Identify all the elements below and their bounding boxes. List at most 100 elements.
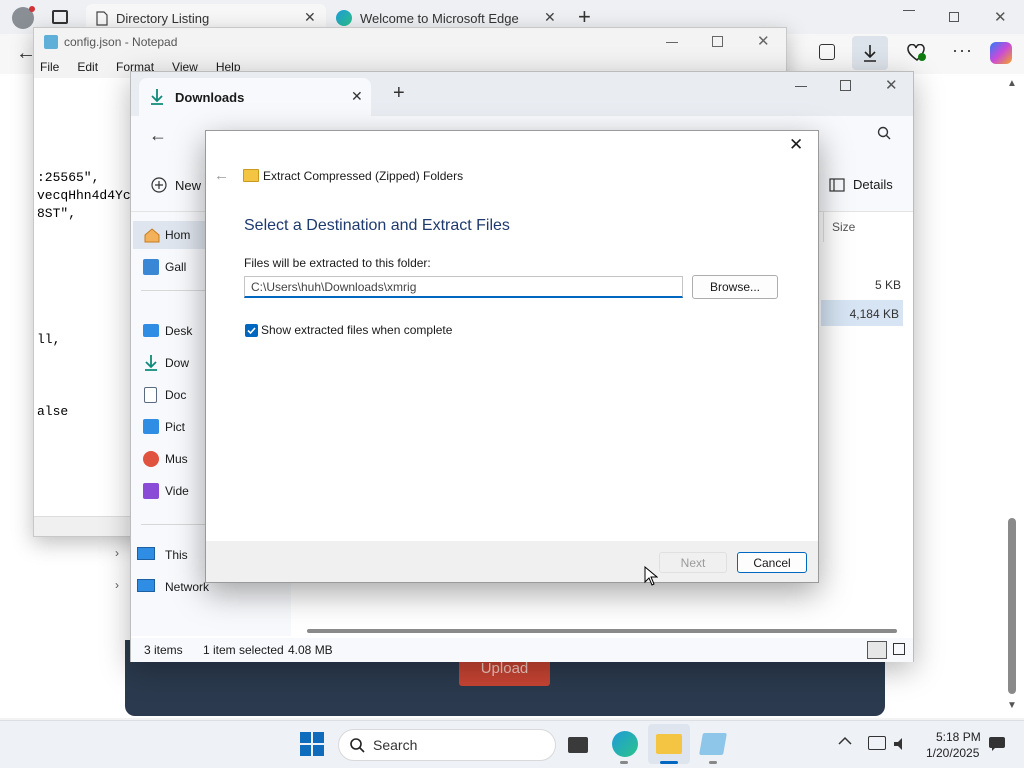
dialog-window-title: Extract Compressed (Zipped) Folders [263,169,464,183]
close-icon[interactable]: ✕ [304,9,316,26]
chevron-right-icon[interactable]: › [115,546,119,560]
edge-taskbar-icon[interactable] [612,731,638,757]
clock-date[interactable]: 1/20/2025 [926,746,979,760]
details-label: Details [853,177,893,192]
text-line: vecqHhn4d4Yc [37,188,131,203]
network-icon [137,579,155,592]
running-indicator [709,761,717,764]
running-indicator [620,761,628,764]
nav-label: This [165,548,188,562]
more-options-icon[interactable]: ··· [952,40,973,61]
explorer-title-bar: Downloads ✕ + ✕ [131,72,913,116]
scroll-up-icon[interactable]: ▲ [1007,78,1017,89]
browser-essentials-icon[interactable] [907,44,926,61]
tab-label: Welcome to Microsoft Edge [360,10,519,26]
show-files-label[interactable]: Show extracted files when complete [261,323,452,337]
notification-dot [29,6,35,12]
home-icon [143,227,160,243]
horizontal-scrollbar-thumb[interactable] [307,629,897,633]
tiles-view-icon[interactable] [893,643,905,655]
tab-label: Directory Listing [116,10,210,26]
downloads-button[interactable] [852,36,888,70]
menu-edit[interactable]: Edit [77,60,98,74]
extract-dialog: ✕ ← Extract Compressed (Zipped) Folders … [205,130,819,583]
search-icon [350,738,365,753]
plus-circle-icon [151,177,167,193]
selection-info: 1 item selected [203,643,284,657]
active-indicator [660,761,678,764]
text-line: :25565", [37,170,100,185]
document-icon [144,387,157,403]
task-view-icon[interactable] [568,737,588,753]
new-tab-plus-icon[interactable]: + [393,82,405,105]
notification-bell-icon[interactable] [988,736,1006,752]
volume-icon[interactable] [893,737,909,751]
scrollbar-thumb[interactable] [1008,518,1016,694]
new-label: New [175,177,202,193]
mouse-cursor-icon [644,566,658,586]
minimize-icon[interactable] [666,42,678,43]
chevron-up-icon[interactable] [838,736,852,746]
gallery-icon [143,259,159,275]
notepad-title-bar: config.json - Notepad ✕ [34,28,786,56]
new-button[interactable]: New [151,177,201,193]
details-pane-icon [829,177,845,192]
folder-icon [656,734,682,754]
nav-label: Network [165,580,210,594]
download-arrow-icon [143,354,159,372]
text-line: ll, [37,332,61,347]
close-window-icon[interactable]: ✕ [994,8,1007,26]
next-button[interactable]: Next [659,552,727,573]
menu-file[interactable]: File [40,60,59,74]
clock-time[interactable]: 5:18 PM [936,730,981,744]
search-icon[interactable] [877,126,891,140]
network-status-icon[interactable] [868,736,886,750]
details-button[interactable]: Details [829,177,893,192]
checkmark-icon [247,327,256,335]
notepad-icon [44,35,58,49]
nav-label: Hom [165,228,191,242]
file-size-selected: 4,184 KB [821,300,903,326]
item-count: 3 items [144,643,183,657]
details-view-icon[interactable] [867,641,887,659]
back-arrow-icon[interactable]: ← [214,167,229,184]
start-windows-icon[interactable] [300,732,324,756]
download-arrow-icon [151,89,163,105]
close-icon[interactable]: ✕ [757,32,770,50]
notepad-title: config.json - Notepad [64,35,178,49]
close-icon[interactable]: ✕ [885,76,898,94]
minimize-icon[interactable] [903,10,915,11]
browse-button[interactable]: Browse... [692,275,778,299]
maximize-icon[interactable] [840,80,851,91]
file-size: 5 KB [874,278,901,292]
browser-scrollbar[interactable]: ▲ ▼ [1005,78,1019,714]
search-placeholder: Search [373,737,418,753]
copilot-icon[interactable] [990,42,1012,64]
destination-path-input[interactable] [244,276,683,298]
show-files-checkbox[interactable] [245,324,258,337]
minimize-icon[interactable] [795,86,807,87]
nav-label: Doc [165,388,187,402]
desktop-icon [143,324,159,337]
close-icon[interactable]: ✕ [544,9,556,26]
close-icon[interactable]: ✕ [789,135,803,155]
edge-logo-icon [336,10,352,26]
page-icon [96,10,108,26]
cancel-button[interactable]: Cancel [737,552,807,573]
back-arrow-icon[interactable]: ← [149,125,167,146]
collections-icon[interactable] [819,44,835,60]
taskbar-search[interactable]: Search [338,729,556,761]
restore-icon[interactable] [949,12,959,22]
scroll-down-icon[interactable]: ▼ [1007,700,1017,711]
nav-label: Pict [165,420,186,434]
column-header-size[interactable]: Size [823,212,913,242]
dialog-footer: Next Cancel [206,541,818,582]
tab-downloads[interactable]: Downloads ✕ [139,78,371,116]
maximize-icon[interactable] [712,36,723,47]
tab-actions-icon[interactable] [52,10,68,24]
notepad-taskbar-icon[interactable] [699,733,727,755]
close-icon[interactable]: ✕ [351,88,363,105]
chevron-right-icon[interactable]: › [115,578,119,592]
nav-label: Dow [165,356,190,370]
zip-folder-icon [243,169,259,182]
